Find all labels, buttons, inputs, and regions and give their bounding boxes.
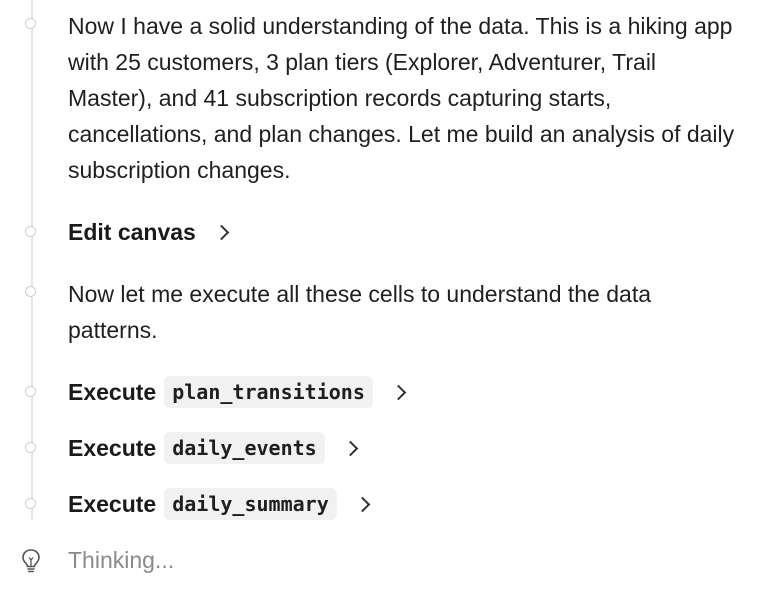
assistant-message: Now let me execute all these cells to un…	[68, 276, 744, 348]
timeline-dot	[25, 386, 36, 397]
execute-plan-transitions-action[interactable]: Execute plan_transitions	[68, 374, 744, 410]
assistant-message: Now I have a solid understanding of the …	[68, 8, 744, 188]
action-label: Execute	[68, 434, 157, 461]
chevron-right-icon	[354, 496, 371, 512]
timeline-dot	[25, 226, 36, 237]
chevron-right-icon	[390, 384, 407, 400]
timeline-dot	[25, 442, 36, 453]
code-chip: daily_summary	[164, 488, 337, 520]
timeline-dot	[25, 18, 36, 29]
thinking-status: Thinking...	[68, 547, 175, 573]
edit-canvas-action[interactable]: Edit canvas	[68, 214, 744, 250]
message-text: Now let me execute all these cells to un…	[68, 281, 652, 343]
timeline-dot	[25, 498, 36, 509]
execute-daily-events-action[interactable]: Execute daily_events	[68, 430, 744, 466]
code-chip: plan_transitions	[164, 376, 373, 408]
code-chip: daily_events	[164, 432, 325, 464]
timeline-dot	[25, 286, 36, 297]
execute-daily-summary-action[interactable]: Execute daily_summary	[68, 486, 744, 522]
action-label: Edit canvas	[68, 218, 196, 245]
action-label: Execute	[68, 490, 157, 517]
action-label: Execute	[68, 378, 157, 405]
message-text: Now I have a solid understanding of the …	[68, 13, 735, 183]
lightbulb-icon	[22, 549, 40, 573]
chevron-right-icon	[342, 440, 358, 456]
chevron-right-icon	[213, 224, 230, 240]
